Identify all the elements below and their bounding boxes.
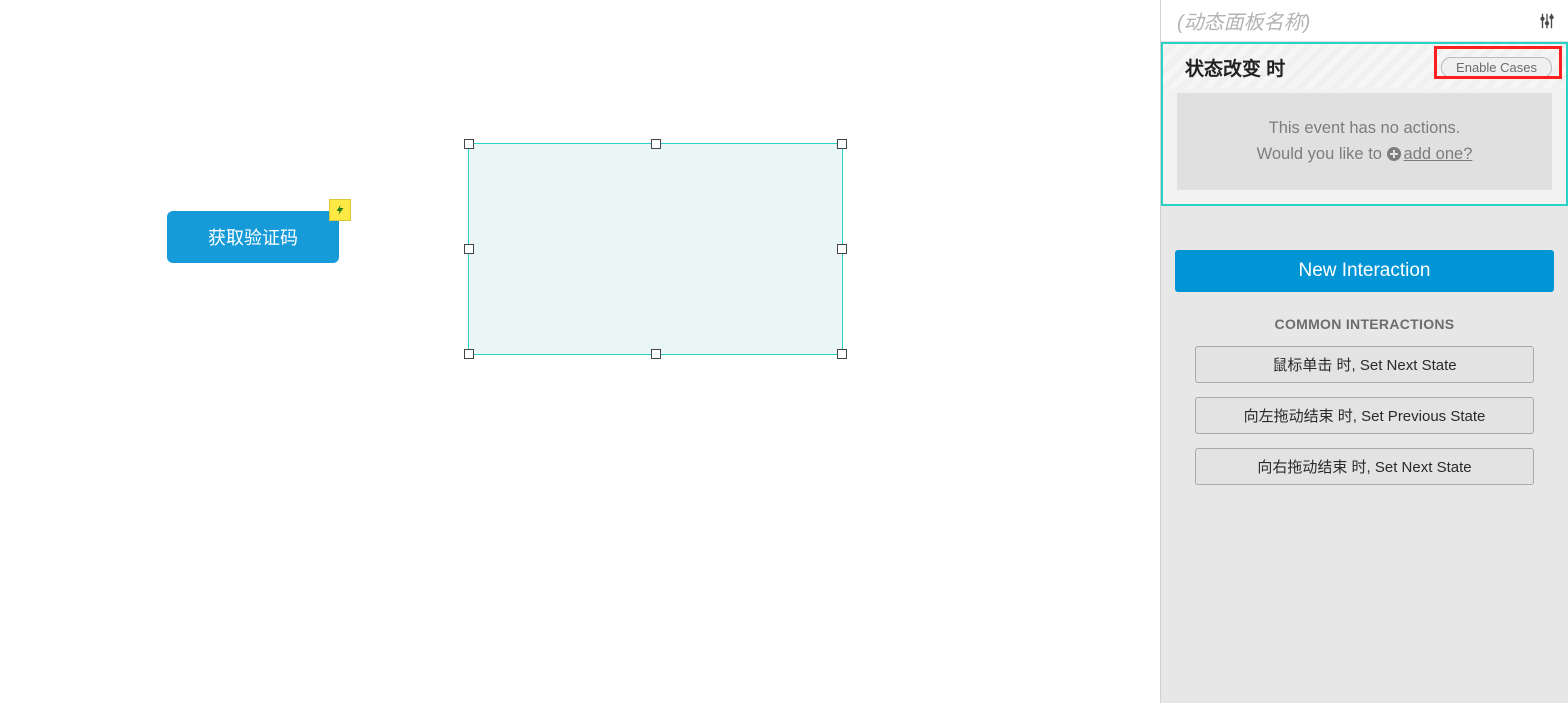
resize-handle-sw[interactable] <box>464 349 474 359</box>
add-one-row: Would you like to add one? <box>1191 141 1538 167</box>
inspector-panel: (动态面板名称) 状态改变 时 Enable Cases <box>1160 0 1568 703</box>
resize-handle-w[interactable] <box>464 244 474 254</box>
common-interaction-swipe-left-prev-state[interactable]: 向左拖动结束 时, Set Previous State <box>1195 397 1534 434</box>
panel-header: (动态面板名称) <box>1161 0 1568 42</box>
enable-cases-button[interactable]: Enable Cases <box>1441 57 1552 78</box>
resize-handle-n[interactable] <box>651 139 661 149</box>
event-empty-state: This event has no actions. Would you lik… <box>1177 93 1552 190</box>
dynamic-panel-selection[interactable] <box>468 143 843 355</box>
resize-handle-se[interactable] <box>837 349 847 359</box>
add-one-link[interactable]: add one? <box>1404 145 1473 163</box>
verify-code-button[interactable]: 获取验证码 <box>167 211 339 263</box>
resize-handle-nw[interactable] <box>464 139 474 149</box>
add-one-prefix: Would you like to <box>1257 145 1387 163</box>
canvas-area[interactable]: 获取验证码 <box>0 0 1160 703</box>
common-interactions-header: COMMON INTERACTIONS <box>1161 316 1568 332</box>
no-actions-text: This event has no actions. <box>1191 115 1538 141</box>
plus-circle-icon <box>1387 147 1401 161</box>
settings-sliders-icon[interactable] <box>1538 12 1556 30</box>
resize-handle-e[interactable] <box>837 244 847 254</box>
resize-handle-ne[interactable] <box>837 139 847 149</box>
verify-code-label: 获取验证码 <box>208 224 298 250</box>
interaction-badge-icon <box>329 199 351 221</box>
new-interaction-button[interactable]: New Interaction <box>1175 250 1554 292</box>
common-interaction-click-next-state[interactable]: 鼠标单击 时, Set Next State <box>1195 346 1534 383</box>
event-header[interactable]: 状态改变 时 Enable Cases <box>1163 44 1566 89</box>
panel-name-input[interactable]: (动态面板名称) <box>1177 6 1310 35</box>
resize-handle-s[interactable] <box>651 349 661 359</box>
event-state-change: 状态改变 时 Enable Cases This event has no ac… <box>1161 42 1568 206</box>
common-interaction-swipe-right-next-state[interactable]: 向右拖动结束 时, Set Next State <box>1195 448 1534 485</box>
event-title: 状态改变 时 <box>1185 54 1285 81</box>
